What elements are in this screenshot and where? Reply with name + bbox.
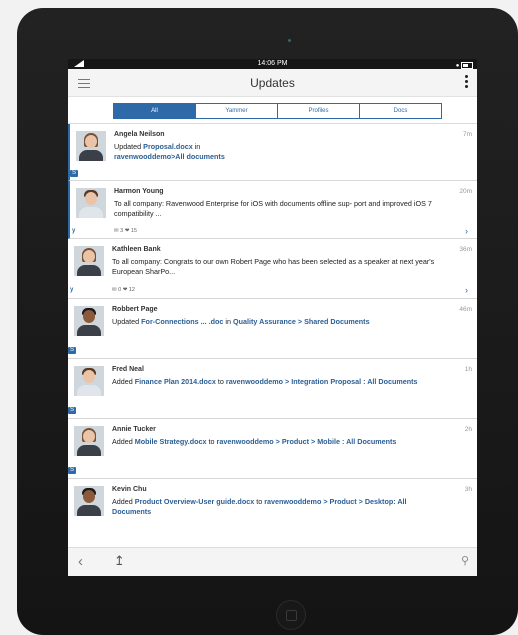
feed-item[interactable]: Kathleen Bank 36m To all company: Congra… xyxy=(68,239,477,299)
author-name: Kevin Chu xyxy=(112,486,147,493)
update-text: To all company: Congrats to our own Robe… xyxy=(112,257,435,276)
tab-all[interactable]: All xyxy=(113,103,196,119)
nav-bar: Updates xyxy=(68,69,477,97)
timestamp: 46m xyxy=(459,306,472,313)
document-link[interactable]: Finance Plan 2014.docx xyxy=(135,377,216,386)
update-text: To all company: Ravenwood Enterprise for… xyxy=(114,199,432,218)
update-text: Updated For-Connections ... .doc in Qual… xyxy=(112,317,370,326)
sharepoint-icon: S xyxy=(68,467,77,474)
upload-icon[interactable]: ↥ xyxy=(114,553,125,569)
tab-docs[interactable]: Docs xyxy=(359,103,442,119)
sharepoint-icon: S xyxy=(70,170,79,177)
feed-item[interactable]: Angela Neilson 7m Updated Proposal.docx … xyxy=(68,124,477,181)
updates-feed: Angela Neilson 7m Updated Proposal.docx … xyxy=(68,124,477,535)
sharepoint-icon: S xyxy=(68,407,77,414)
feed-item[interactable]: Annie Tucker 2h Added Mobile Strategy.do… xyxy=(68,419,477,479)
author-name: Harmon Young xyxy=(114,188,164,195)
feed-item[interactable]: Fred Neal 1h Added Finance Plan 2014.doc… xyxy=(68,359,477,419)
bottom-toolbar: ‹ ↥ ⚲ xyxy=(68,547,477,576)
author-name: Robbert Page xyxy=(112,306,158,313)
search-icon[interactable]: ⚲ xyxy=(461,554,469,567)
timestamp: 36m xyxy=(459,246,472,253)
timestamp: 7m xyxy=(462,131,472,138)
update-text: Added Mobile Strategy.docx to ravenwoodd… xyxy=(112,437,397,446)
avatar xyxy=(74,246,104,276)
more-options-icon[interactable] xyxy=(465,75,468,90)
reply-like-counts: ✉ 0 ❤ 12 xyxy=(112,287,135,293)
feed-item[interactable]: Harmon Young 20m To all company: Ravenwo… xyxy=(68,181,477,239)
filter-tabs: All Yammer Profiles Docs xyxy=(68,97,477,124)
timestamp: 20m xyxy=(459,188,472,195)
document-link[interactable]: Mobile Strategy.docx xyxy=(135,437,207,446)
feed-item[interactable]: Kevin Chu 3h Added Product Overview-User… xyxy=(68,479,477,535)
sharepoint-icon: S xyxy=(68,347,77,354)
page-title: Updates xyxy=(250,76,295,90)
yammer-icon: y xyxy=(72,228,76,234)
avatar xyxy=(76,131,106,161)
avatar xyxy=(74,426,104,456)
author-name: Annie Tucker xyxy=(112,426,156,433)
chevron-right-icon[interactable]: › xyxy=(465,285,468,295)
screen: 14:06 PM ● Updates All Yammer Profiles D… xyxy=(68,59,477,576)
update-text: Added Product Overview-User guide.docx t… xyxy=(112,497,407,516)
location-link[interactable]: Quality Assurance > Shared Documents xyxy=(233,317,370,326)
avatar xyxy=(74,306,104,336)
document-link[interactable]: For-Connections ... .doc xyxy=(141,317,223,326)
avatar xyxy=(76,188,106,218)
status-time: 14:06 PM xyxy=(257,60,288,67)
location-link[interactable]: ravenwooddemo>All documents xyxy=(114,152,225,161)
author-name: Angela Neilson xyxy=(114,131,165,138)
tab-yammer[interactable]: Yammer xyxy=(195,103,278,119)
feed-item[interactable]: Robbert Page 46m Updated For-Connections… xyxy=(68,299,477,359)
reply-like-counts: ✉ 3 ❤ 15 xyxy=(114,228,137,234)
back-arrow-icon[interactable]: ‹ xyxy=(78,553,83,570)
tab-profiles[interactable]: Profiles xyxy=(277,103,360,119)
yammer-icon: y xyxy=(70,287,74,293)
timestamp: 2h xyxy=(464,426,472,433)
signal-icon xyxy=(74,60,84,67)
chevron-right-icon[interactable]: › xyxy=(465,226,468,236)
avatar xyxy=(74,366,104,396)
document-link[interactable]: Proposal.docx xyxy=(143,142,193,151)
avatar xyxy=(74,486,104,516)
location-link[interactable]: ravenwooddemo > Integration Proposal : A… xyxy=(226,377,418,386)
document-link[interactable]: Product Overview-User guide.docx xyxy=(135,497,254,506)
camera-icon xyxy=(288,39,291,42)
author-name: Kathleen Bank xyxy=(112,246,161,253)
update-text: Updated Proposal.docx in ravenwooddemo>A… xyxy=(114,142,225,161)
location-link[interactable]: ravenwooddemo > Product > Mobile : All D… xyxy=(217,437,397,446)
update-text: Added Finance Plan 2014.docx to ravenwoo… xyxy=(112,377,418,386)
status-bar: 14:06 PM ● xyxy=(68,59,477,69)
timestamp: 1h xyxy=(464,366,472,373)
home-button[interactable] xyxy=(276,600,306,630)
timestamp: 3h xyxy=(464,486,472,493)
author-name: Fred Neal xyxy=(112,366,144,373)
